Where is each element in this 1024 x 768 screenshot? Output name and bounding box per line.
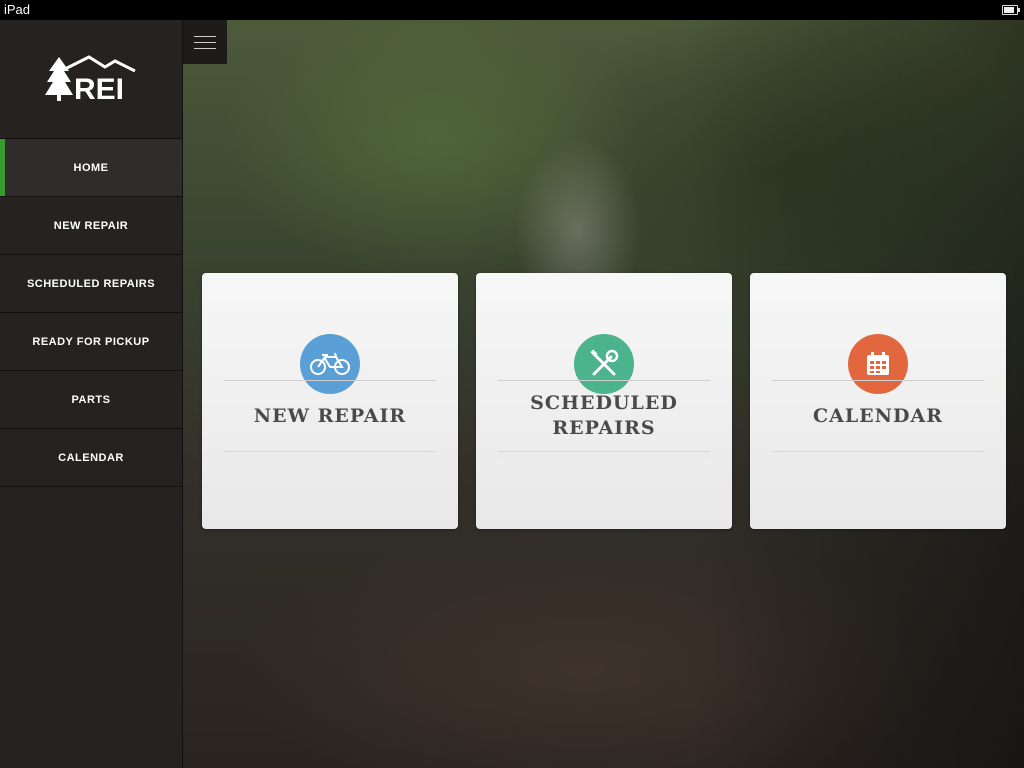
card-label: CALENDAR [812,404,944,427]
sidebar-item-label: HOME [73,161,109,174]
hamburger-icon [194,35,216,37]
sidebar-item-label: PARTS [71,393,111,406]
calendar-card[interactable]: CALENDAR [750,273,1006,529]
sidebar-item-parts[interactable]: PARTS [0,371,182,429]
sidebar-item-scheduled-repairs[interactable]: SCHEDULED REPAIRS [0,255,182,313]
menu-button[interactable] [183,20,227,64]
svg-text:REI: REI [74,73,124,103]
rei-logo-icon: REI [45,55,136,103]
battery-icon [1002,5,1020,15]
scheduled-repairs-card[interactable]: SCHEDULED REPAIRS [476,273,732,529]
sidebar-item-label: READY FOR PICKUP [32,335,150,348]
card-label: SCHEDULED REPAIRS [530,392,678,439]
tools-icon [590,349,619,376]
sidebar: REI HOME NEW REPAIR SCHEDULED REPAIRS READY… [0,20,183,768]
card-label: NEW REPAIR [253,404,407,427]
logo: REI [0,20,182,139]
sidebar-item-label: CALENDAR [58,451,124,464]
sidebar-item-home[interactable]: HOME [0,139,182,197]
main-area: NEW REPAIR SCHEDULED REPAIRS CALENDAR [183,20,1024,768]
sidebar-item-label: SCHEDULED REPAIRS [26,277,156,290]
calendar-icon [867,352,889,375]
sidebar-item-new-repair[interactable]: NEW REPAIR [0,197,182,255]
device-name: iPad [4,2,31,17]
new-repair-card[interactable]: NEW REPAIR [202,273,458,529]
sidebar-item-calendar[interactable]: CALENDAR [0,429,182,487]
sidebar-item-ready-for-pickup[interactable]: READY FOR PICKUP [0,313,182,371]
status-bar: iPad [0,0,1024,20]
sidebar-item-label: NEW REPAIR [53,219,129,232]
bicycle-icon [310,352,350,375]
